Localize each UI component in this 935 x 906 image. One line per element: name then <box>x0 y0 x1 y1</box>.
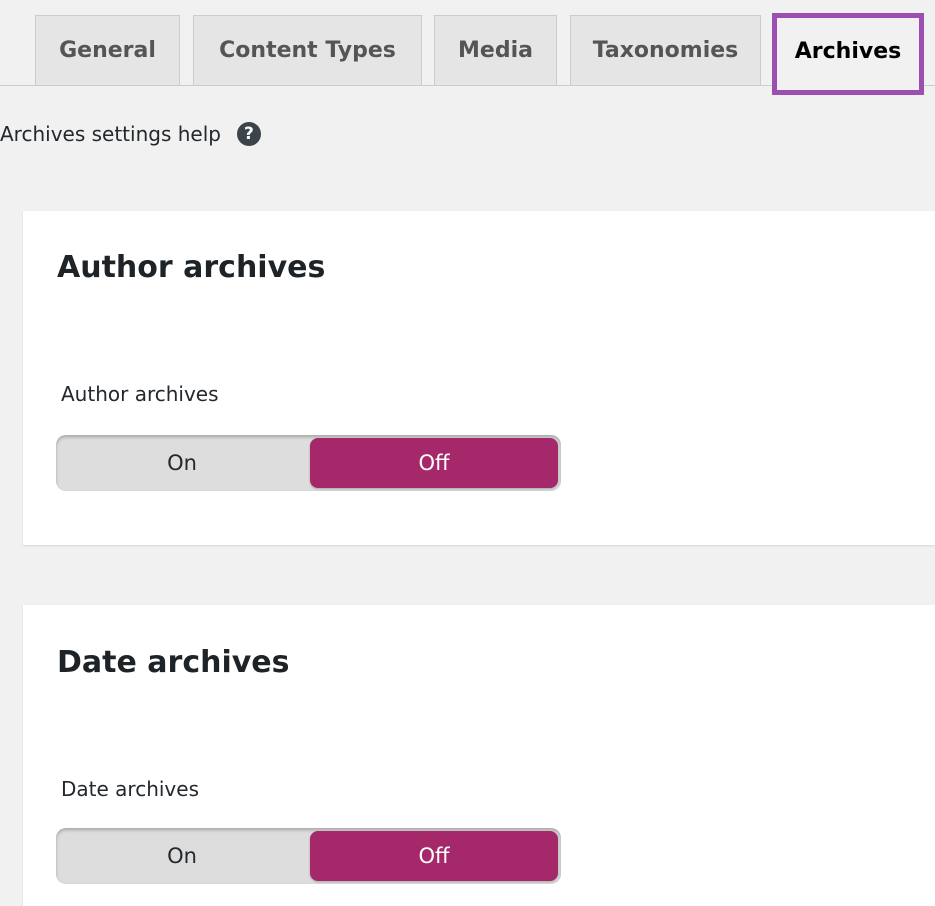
date-archives-off-button[interactable]: Off <box>310 831 558 881</box>
tab-general[interactable]: General <box>35 15 180 85</box>
tab-taxonomies[interactable]: Taxonomies <box>570 15 761 85</box>
settings-tabs: General Content Types Media Taxonomies A… <box>0 0 935 95</box>
question-circle-icon[interactable]: ? <box>236 122 261 146</box>
date-archives-card: Date archives Date archives On Off <box>23 605 935 906</box>
date-archives-on-button[interactable]: On <box>56 828 308 884</box>
help-row: Archives settings help ? <box>0 118 261 150</box>
author-archives-on-button[interactable]: On <box>56 435 308 491</box>
author-archives-card: Author archives Author archives On Off <box>23 211 935 545</box>
date-archives-toggle: On Off <box>56 828 561 884</box>
author-archives-title: Author archives <box>57 250 326 285</box>
author-archives-field-label: Author archives <box>61 382 219 406</box>
tab-content-types[interactable]: Content Types <box>193 15 422 85</box>
help-label: Archives settings help <box>0 122 221 146</box>
tab-archives[interactable]: Archives <box>776 15 920 86</box>
date-archives-title: Date archives <box>57 645 290 680</box>
author-archives-off-button[interactable]: Off <box>310 438 558 488</box>
author-archives-toggle: On Off <box>56 435 561 491</box>
tab-media[interactable]: Media <box>434 15 557 85</box>
date-archives-field-label: Date archives <box>61 777 199 801</box>
